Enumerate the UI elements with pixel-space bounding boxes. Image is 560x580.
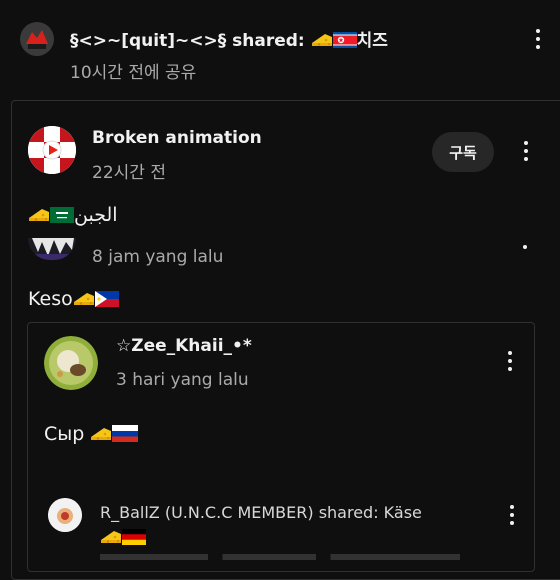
cheese-icon	[90, 426, 112, 442]
post-body-text: الجبن	[74, 204, 118, 226]
post-title-text: §<>~[quit]~<>§ shared:	[70, 31, 305, 51]
more-options-icon[interactable]	[514, 136, 538, 166]
more-options-icon[interactable]	[500, 500, 524, 530]
channel-avatar[interactable]	[28, 126, 76, 174]
germany-flag-icon	[122, 529, 146, 545]
channel-avatar[interactable]	[48, 498, 82, 532]
post-body-text: Keso	[28, 288, 73, 310]
saudi-flag-icon	[50, 207, 74, 223]
philippines-flag-icon	[94, 291, 119, 307]
channel-avatar[interactable]	[20, 22, 54, 56]
post-share-time: 10시간 전에 공유	[70, 63, 197, 83]
channel-name[interactable]: Broken animation	[92, 128, 262, 148]
post-body-text: Сыр	[44, 423, 85, 445]
cheese-icon	[100, 529, 122, 545]
more-options-icon[interactable]	[498, 346, 522, 376]
post-body: Keso	[28, 288, 119, 310]
channel-avatar[interactable]	[44, 336, 98, 390]
north-korea-flag-icon	[332, 32, 357, 48]
russia-flag-icon	[112, 425, 139, 442]
post-title-suffix: 치즈	[356, 31, 388, 51]
cheese-icon	[73, 291, 95, 307]
cheese-icon	[28, 207, 50, 223]
shared-post-title: R_BallZ (U.N.C.C MEMBER) shared: Käse	[100, 503, 422, 522]
cropped-line	[100, 554, 460, 560]
subscribe-button[interactable]: 구독	[432, 132, 494, 172]
post-time: 3 hari yang lalu	[116, 370, 249, 390]
post-body: Сыр	[44, 423, 139, 445]
more-options-icon[interactable]	[522, 244, 528, 250]
post-time: 8 jam yang lalu	[92, 247, 224, 267]
cheese-icon	[311, 32, 333, 48]
shared-post-title-text: R_BallZ (U.N.C.C MEMBER) shared: Käse	[100, 503, 422, 522]
post-time: 22시간 전	[92, 163, 166, 183]
more-options-icon[interactable]	[526, 24, 550, 54]
post-body: الجبن	[28, 204, 118, 226]
channel-name[interactable]: ☆Zee_Khaii_•*	[116, 336, 252, 356]
post-title: §<>~[quit]~<>§ shared: 치즈	[70, 26, 388, 51]
shared-post-title-icons	[100, 528, 146, 547]
